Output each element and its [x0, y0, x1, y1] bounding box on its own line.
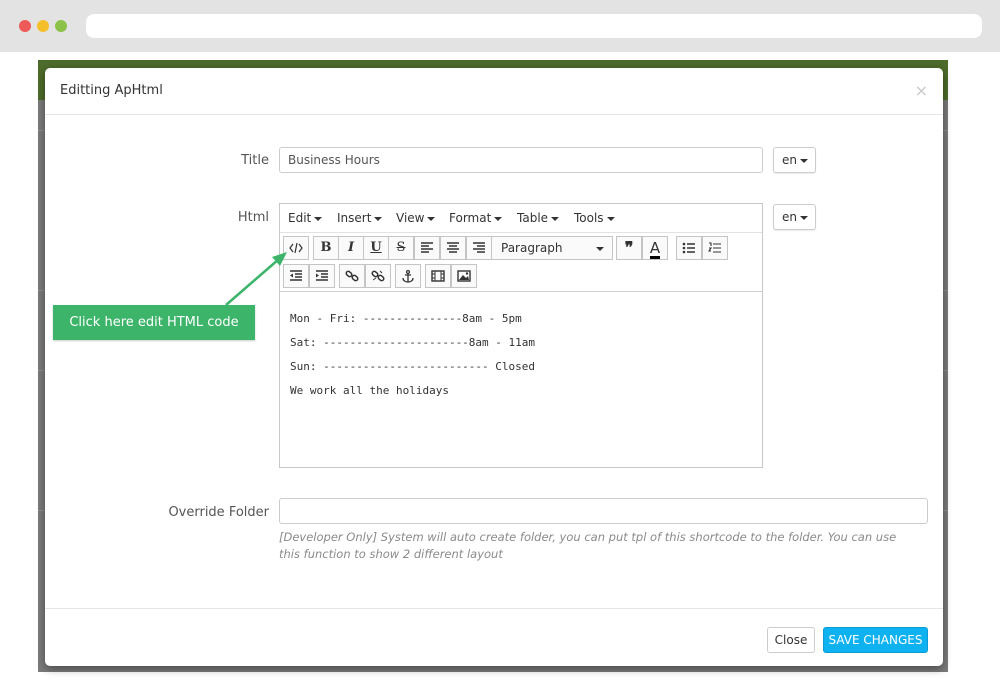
override-folder-input[interactable]	[279, 498, 928, 524]
image-icon[interactable]	[451, 264, 477, 288]
chevron-down-icon	[494, 216, 503, 221]
anchor-icon[interactable]	[395, 264, 421, 288]
text-color-icon[interactable]: A	[642, 236, 668, 260]
paragraph-format-value: Paragraph	[501, 241, 563, 255]
edit-modal: Editting ApHtml × Title Business Hours e…	[45, 68, 943, 666]
editor-toolbar: B I U S Paragraph ❞ A	[280, 232, 762, 292]
title-label: Title	[241, 153, 269, 168]
chevron-down-icon	[596, 247, 604, 251]
chevron-down-icon	[374, 216, 383, 221]
align-left-icon[interactable]	[414, 236, 440, 260]
strikethrough-icon[interactable]: S	[388, 236, 414, 260]
title-input[interactable]: Business Hours	[279, 147, 763, 173]
title-lang-label: en	[782, 153, 797, 167]
modal-footer: Close SAVE CHANGES	[45, 608, 943, 666]
menu-view-label: View	[396, 211, 425, 225]
menu-insert[interactable]: Insert	[337, 211, 383, 225]
menu-format[interactable]: Format	[449, 211, 503, 225]
paragraph-format-select[interactable]: Paragraph	[491, 236, 613, 260]
html-label: Html	[237, 210, 269, 225]
underline-icon[interactable]: U	[363, 236, 389, 260]
callout-tooltip: Click here edit HTML code	[53, 305, 255, 340]
menu-edit-label: Edit	[288, 211, 312, 225]
content-line: Sun: ------------------------- Closed	[290, 360, 536, 373]
code-icon[interactable]	[283, 236, 309, 260]
bullet-list-icon[interactable]	[676, 236, 702, 260]
menu-edit[interactable]: Edit	[288, 211, 323, 225]
media-icon[interactable]	[425, 264, 451, 288]
link-icon[interactable]	[339, 264, 365, 288]
modal-header: Editting ApHtml ×	[45, 68, 943, 115]
menu-tools-label: Tools	[574, 211, 604, 225]
close-window-icon[interactable]	[19, 20, 31, 32]
html-editor: Edit Insert View Format Table Tools B I …	[279, 203, 763, 468]
content-line: We work all the holidays	[290, 384, 449, 397]
outdent-icon[interactable]	[283, 264, 309, 288]
title-lang-dropdown[interactable]: en	[773, 147, 816, 173]
menu-format-label: Format	[449, 211, 492, 225]
menu-view[interactable]: View	[396, 211, 436, 225]
blockquote-icon[interactable]: ❞	[616, 236, 642, 260]
override-folder-label: Override Folder	[168, 505, 269, 520]
save-changes-button[interactable]: SAVE CHANGES	[823, 627, 928, 653]
browser-window: Editting ApHtml × Title Business Hours e…	[0, 0, 1000, 686]
chevron-down-icon	[606, 216, 615, 221]
align-right-icon[interactable]	[466, 236, 492, 260]
maximize-window-icon[interactable]	[55, 20, 67, 32]
override-folder-help: [Developer Only] System will auto create…	[279, 530, 897, 561]
chevron-down-icon	[551, 216, 560, 221]
content-line: Sat: ----------------------8am - 11am	[290, 336, 536, 349]
unlink-icon[interactable]	[365, 264, 391, 288]
menu-table-label: Table	[517, 211, 549, 225]
numbered-list-icon[interactable]	[702, 236, 728, 260]
align-center-icon[interactable]	[440, 236, 466, 260]
editor-content[interactable]: Mon - Fri: ---------------8am - 5pm Sat:…	[290, 312, 535, 408]
close-button[interactable]: Close	[767, 627, 815, 653]
content-line: Mon - Fri: ---------------8am - 5pm	[290, 312, 522, 325]
html-lang-label: en	[782, 210, 797, 224]
address-bar[interactable]	[86, 14, 982, 38]
chevron-down-icon	[800, 215, 808, 220]
browser-chrome	[0, 0, 1000, 52]
html-lang-dropdown[interactable]: en	[773, 204, 816, 230]
menu-tools[interactable]: Tools	[574, 211, 615, 225]
chevron-down-icon	[314, 216, 323, 221]
menu-insert-label: Insert	[337, 211, 372, 225]
minimize-window-icon[interactable]	[37, 20, 49, 32]
italic-icon[interactable]: I	[338, 236, 364, 260]
chevron-down-icon	[800, 158, 808, 163]
indent-icon[interactable]	[309, 264, 335, 288]
close-icon[interactable]: ×	[915, 81, 928, 100]
chevron-down-icon	[427, 216, 436, 221]
modal-title: Editting ApHtml	[60, 83, 163, 98]
bold-icon[interactable]: B	[313, 236, 339, 260]
menu-table[interactable]: Table	[517, 211, 560, 225]
editor-menubar: Edit Insert View Format Table Tools	[280, 204, 762, 232]
